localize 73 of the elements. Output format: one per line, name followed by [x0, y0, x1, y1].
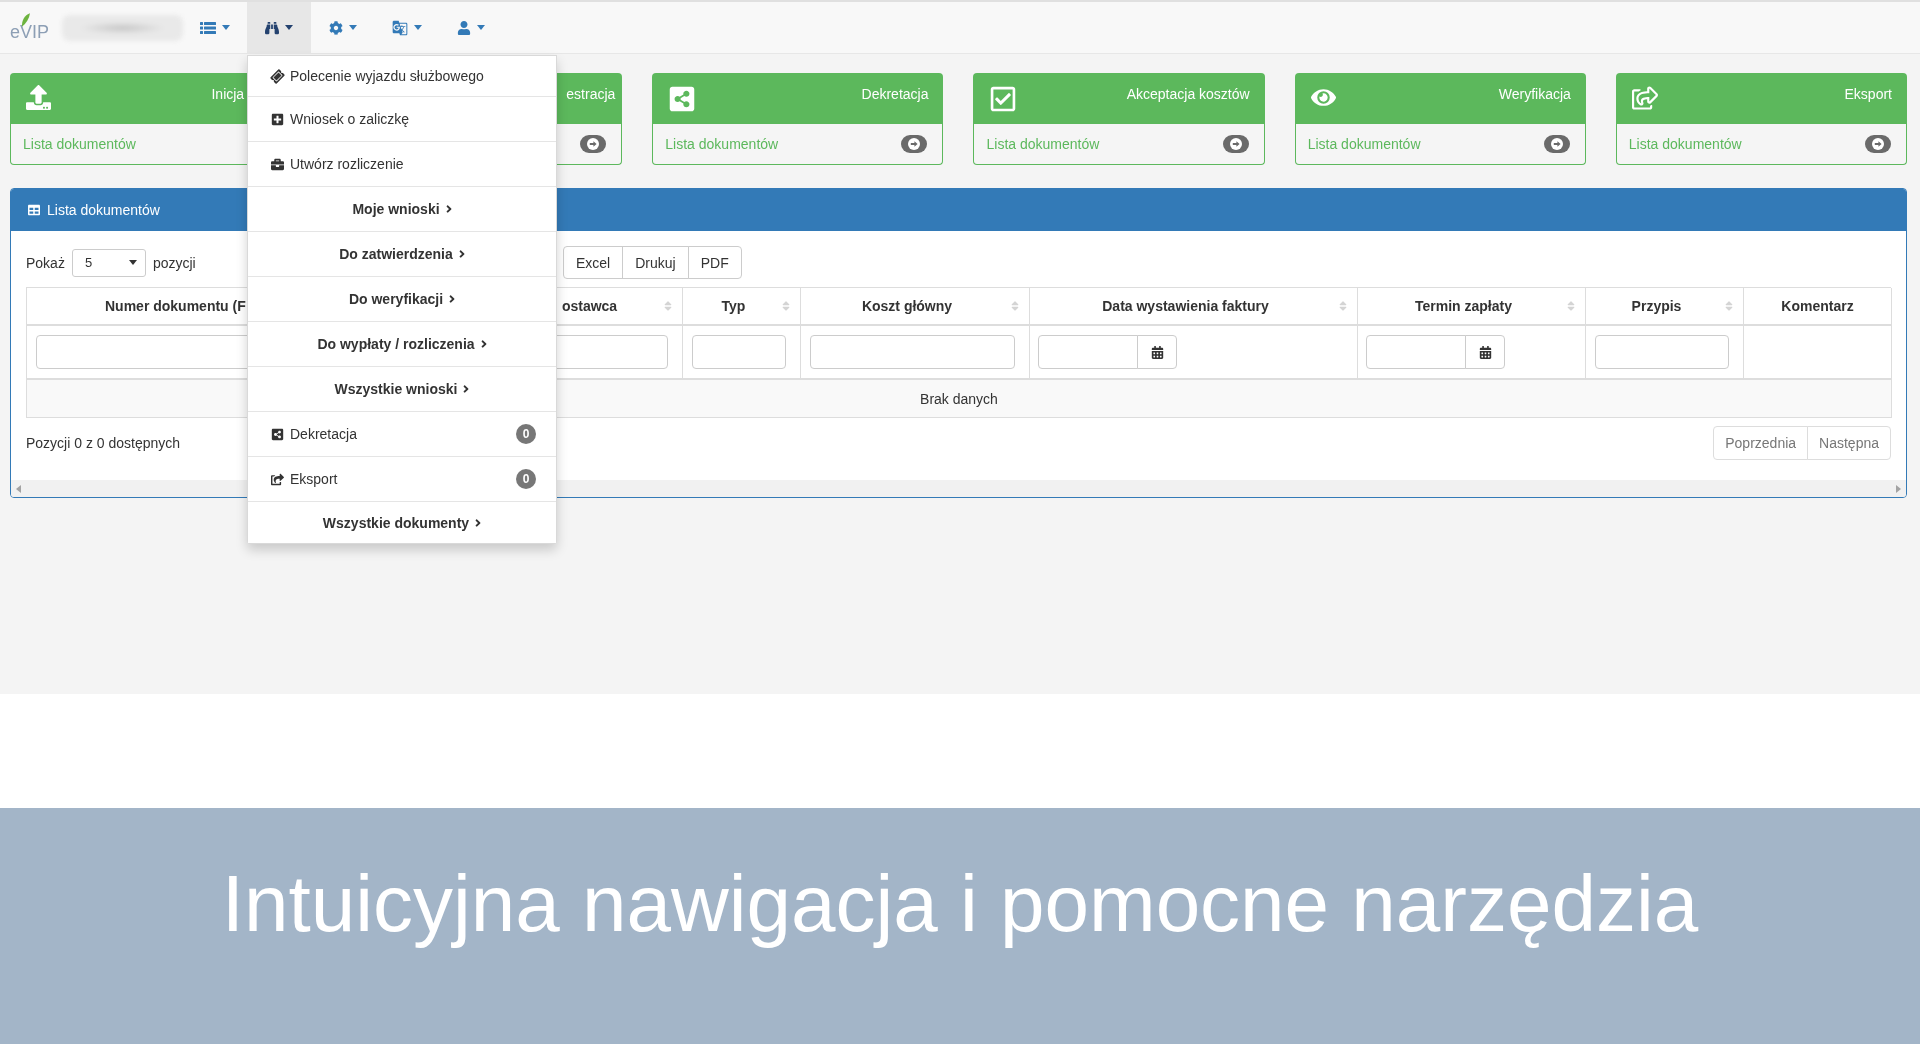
nav-menu-button[interactable]	[247, 2, 311, 53]
card-title: estracja	[566, 85, 616, 103]
column-header[interactable]: Typ	[683, 288, 801, 326]
menu-link[interactable]: Moje wnioski	[248, 187, 556, 232]
calendar-button[interactable]	[1465, 335, 1505, 369]
caret-icon	[414, 25, 422, 30]
count-badge: 0	[516, 424, 536, 444]
menu-link[interactable]: Wszystkie wnioski	[248, 367, 556, 412]
arrow-right-icon[interactable]	[580, 135, 607, 153]
column-header: Komentarz	[1744, 288, 1892, 326]
filter-input[interactable]	[692, 335, 786, 369]
column-header[interactable]: Termin zapłaty	[1358, 288, 1586, 326]
settings-icon	[329, 20, 343, 35]
menu-item[interactable]: Utwórz rozliczenie	[248, 142, 556, 187]
calendar-button[interactable]	[1137, 335, 1177, 369]
menu-link[interactable]: Wszystkie dokumenty	[248, 502, 556, 543]
panel-title: Lista dokumentów	[47, 202, 160, 218]
triangle-right-icon[interactable]	[1896, 484, 1901, 493]
briefcase-icon	[271, 157, 284, 171]
banner-caption: Intuicyjna nawigacja i pomocne narzędzia	[221, 858, 1699, 950]
calendar-icon	[1150, 345, 1164, 359]
share-icon	[668, 85, 697, 113]
table-icon	[28, 204, 40, 216]
export-button[interactable]: Drukuj	[622, 246, 689, 279]
column-header[interactable]: Data wystawienia faktury	[1030, 288, 1358, 326]
share-icon	[271, 427, 284, 441]
triangle-left-icon[interactable]	[16, 484, 21, 493]
date-filter-input[interactable]	[1038, 335, 1138, 369]
caret-icon	[477, 25, 485, 30]
page-size-select[interactable]: 5	[71, 248, 146, 277]
caret-icon	[285, 25, 293, 30]
table-info: Pozycji 0 z 0 dostępnych	[26, 435, 181, 451]
arrow-right-icon[interactable]	[1865, 135, 1891, 153]
card-title: Dekretacja	[861, 85, 929, 103]
binoculars-icon	[265, 20, 279, 35]
page-size-label: Pokaż	[26, 254, 65, 271]
caret-icon	[222, 25, 230, 30]
menu-item[interactable]: Eksport 0	[248, 457, 556, 502]
arrow-right-icon[interactable]	[1222, 135, 1249, 153]
menu-item[interactable]: Polecenie wyjazdu służbowego	[248, 56, 556, 97]
arrow-right-icon[interactable]	[901, 135, 928, 153]
list-icon	[200, 21, 216, 34]
menu-item[interactable]: Wniosek o zaliczkę	[248, 97, 556, 142]
share-arrow-icon	[1631, 85, 1658, 111]
page-size-suffix: pozycji	[152, 254, 196, 271]
card-title: Inicja	[211, 85, 245, 103]
date-filter-input[interactable]	[1366, 335, 1466, 369]
arrow-right-icon[interactable]	[1543, 135, 1570, 153]
ticket-icon	[268, 66, 287, 86]
menu-link[interactable]: Do zatwierdzenia	[248, 232, 556, 277]
filter-input[interactable]	[1595, 335, 1729, 369]
card-title: Akceptacja kosztów	[1126, 85, 1250, 103]
count-badge: 0	[516, 469, 536, 489]
translate-icon	[392, 19, 408, 36]
menu-item[interactable]: Dekretacja 0	[248, 412, 556, 457]
filter-input[interactable]	[810, 335, 1015, 369]
menu-link[interactable]: Do weryfikacji	[248, 277, 556, 322]
caret-icon	[128, 260, 137, 265]
upload-icon	[26, 85, 51, 110]
export-button[interactable]: Excel	[563, 246, 624, 279]
card-title: Eksport	[1844, 85, 1892, 103]
logo-text: eVIP	[10, 24, 50, 39]
export-button[interactable]: PDF	[687, 246, 742, 279]
menu-link[interactable]: Do wypłaty / rozliczenia	[248, 322, 556, 367]
card-title: Weryfikacja	[1498, 85, 1571, 103]
column-header[interactable]: Przypis	[1586, 288, 1744, 326]
leaf-icon	[21, 13, 30, 27]
caret-icon	[349, 25, 357, 30]
column-header[interactable]: Koszt główny	[801, 288, 1030, 326]
user-icon	[457, 20, 471, 35]
calendar-icon	[1478, 345, 1492, 359]
share-arrow-icon	[271, 472, 284, 486]
checkbox-icon	[989, 85, 1018, 113]
